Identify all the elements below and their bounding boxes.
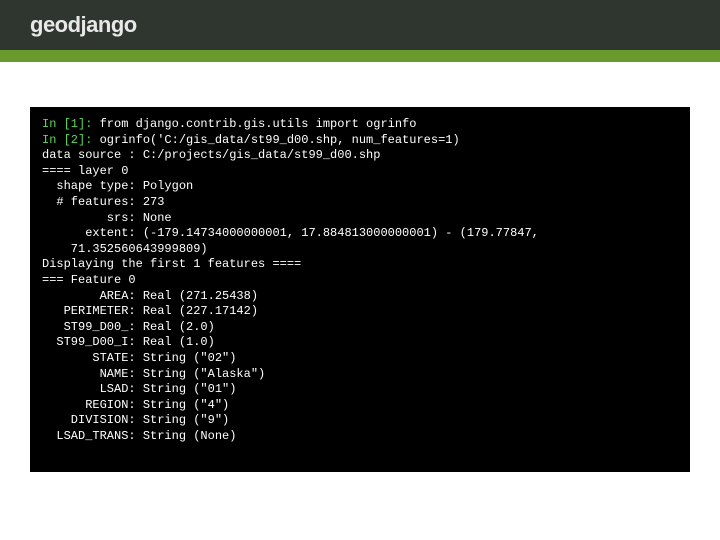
output-line: === Feature 0 xyxy=(42,273,136,287)
output-line: DIVISION: String ("9") xyxy=(42,413,229,427)
output-line: PERIMETER: Real (227.17142) xyxy=(42,304,258,318)
output-line: Displaying the first 1 features ==== xyxy=(42,257,301,271)
command-2: ogrinfo('C:/gis_data/st99_d00.shp, num_f… xyxy=(100,133,460,147)
prompt-2: In [2]: xyxy=(42,133,100,147)
output-line: # features: 273 xyxy=(42,195,164,209)
terminal-output: In [1]: from django.contrib.gis.utils im… xyxy=(30,107,690,472)
output-line: REGION: String ("4") xyxy=(42,398,229,412)
logo-text: geodjango xyxy=(30,12,137,38)
prompt-1: In [1]: xyxy=(42,117,100,131)
output-line: ST99_D00_: Real (2.0) xyxy=(42,320,215,334)
output-line: AREA: Real (271.25438) xyxy=(42,289,258,303)
output-line: ==== layer 0 xyxy=(42,164,128,178)
command-1: from django.contrib.gis.utils import ogr… xyxy=(100,117,417,131)
output-line: srs: None xyxy=(42,211,172,225)
output-line: STATE: String ("02") xyxy=(42,351,236,365)
output-line: shape type: Polygon xyxy=(42,179,193,193)
output-line: extent: (-179.14734000000001, 17.8848130… xyxy=(42,226,539,240)
output-line: LSAD: String ("01") xyxy=(42,382,236,396)
output-line: NAME: String ("Alaska") xyxy=(42,367,265,381)
output-line: LSAD_TRANS: String (None) xyxy=(42,429,236,443)
output-line: data source : C:/projects/gis_data/st99_… xyxy=(42,148,380,162)
output-line: ST99_D00_I: Real (1.0) xyxy=(42,335,215,349)
header-bar: geodjango xyxy=(0,0,720,62)
output-line: 71.352560643999809) xyxy=(42,242,208,256)
